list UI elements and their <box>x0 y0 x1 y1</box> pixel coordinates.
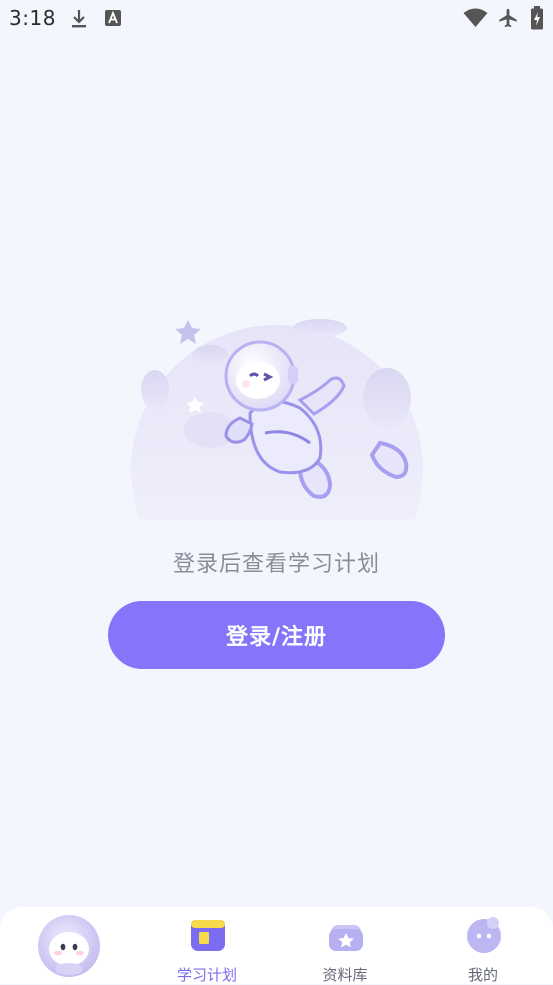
battery-charging-icon <box>531 6 543 30</box>
status-time: 3:18 <box>9 6 56 30</box>
status-bar: 3:18 <box>0 0 553 38</box>
font-a-icon <box>105 10 121 26</box>
tab-label: 学习计划 <box>176 966 237 984</box>
empty-state-message: 登录后查看学习计划 <box>172 552 380 577</box>
astronaut-moon-illustration <box>131 319 423 520</box>
library-star-icon <box>329 925 363 951</box>
tab-study-plan[interactable]: 学习计划 <box>162 915 252 984</box>
airplane-mode-icon <box>499 8 517 28</box>
bottom-navigation: 学习计划 资料库 我的 <box>0 907 553 984</box>
tab-profile[interactable]: 我的 <box>438 915 528 984</box>
wifi-icon <box>463 8 488 27</box>
login-register-button[interactable]: 登录/注册 <box>108 601 445 669</box>
tab-label: 资料库 <box>322 966 368 984</box>
mascot-avatar-icon[interactable] <box>38 915 100 977</box>
tab-library[interactable]: 资料库 <box>300 915 390 984</box>
mascot-face-icon <box>49 932 89 975</box>
study-plan-icon <box>191 920 225 951</box>
tab-label: 我的 <box>467 966 498 984</box>
download-icon <box>72 10 86 28</box>
profile-face-icon <box>467 917 501 953</box>
